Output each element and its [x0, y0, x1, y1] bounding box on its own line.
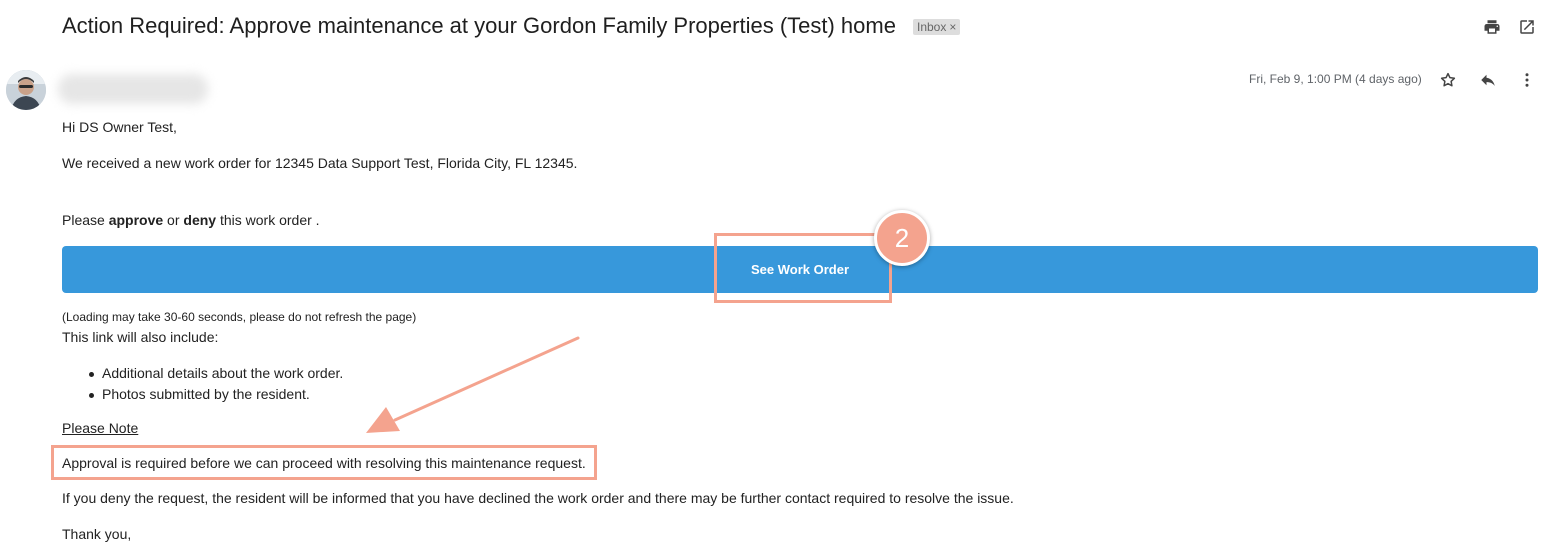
annotation-arrow [366, 336, 580, 433]
step-number-badge: 2 [874, 210, 930, 266]
